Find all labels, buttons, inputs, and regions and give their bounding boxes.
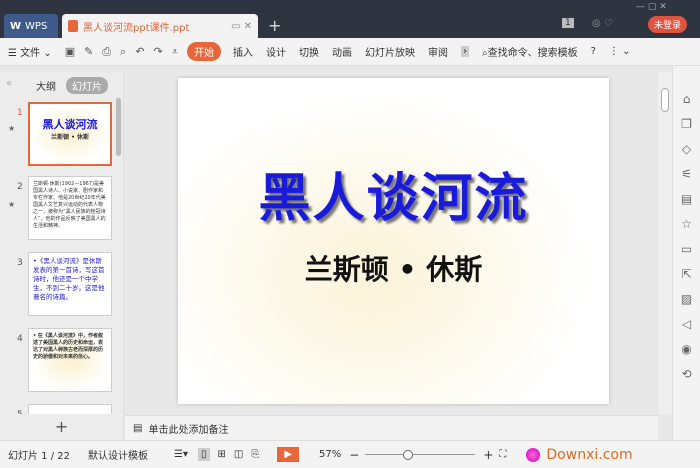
thumb-number: 2	[17, 182, 23, 192]
print-icon[interactable]: ⎙	[102, 45, 111, 59]
undo-icon[interactable]: ↶	[135, 45, 144, 58]
shape-icon[interactable]: ◇	[682, 142, 691, 156]
preview-icon[interactable]: ⌕	[120, 45, 126, 59]
save-icon[interactable]: ▣	[65, 45, 75, 58]
slide-thumbnail[interactable]	[28, 404, 112, 414]
template-name[interactable]: 默认设计模板	[88, 447, 148, 462]
thumb-number: 1	[17, 108, 23, 118]
tab-start[interactable]: 开始	[186, 42, 221, 61]
settings-icon[interactable]: ⚟	[681, 167, 692, 181]
document-tab[interactable]: 黑人谈河流ppt课件.ppt ▭ ✕	[62, 14, 258, 38]
thumb-text: • 在《黑人谈河流》中，作者叙述了美国黑人的历史和命运，表达了对黑人种族古老而深…	[33, 333, 104, 360]
slide-thumbnail[interactable]: 黑人谈河流 兰斯顿 • 休斯	[28, 102, 112, 166]
scroll-thumb[interactable]	[661, 88, 669, 112]
layout-icon[interactable]: ▭	[681, 242, 692, 256]
play-slideshow-button[interactable]: ▶	[277, 447, 300, 462]
tab-slideshow[interactable]: 幻灯片放映	[365, 44, 415, 59]
window-controls[interactable]: — ▢ ✕	[636, 2, 667, 12]
title-bar: W WPS 黑人谈河流ppt课件.ppt ▭ ✕ + 1 ◎ ♡ 未登录 — ▢ ✕	[0, 0, 700, 38]
add-slide-button[interactable]: +	[0, 415, 124, 440]
skin-icon[interactable]: ◎ ♡	[592, 18, 613, 29]
assistant-icon[interactable]	[526, 447, 541, 462]
zoom-slider[interactable]	[365, 449, 476, 460]
audio-icon[interactable]: ◁	[682, 317, 691, 331]
search-label: 查找命令、搜索模板	[487, 48, 578, 59]
outline-tab[interactable]: 大纲	[36, 78, 56, 93]
thumb-subtitle: 兰斯顿 • 休斯	[50, 134, 89, 141]
thumb-number: 4	[17, 334, 23, 344]
vertical-scrollbar[interactable]	[658, 72, 672, 415]
tab-design[interactable]: 设计	[266, 44, 286, 59]
page-badge[interactable]: 1	[562, 18, 574, 28]
star-icon[interactable]: ☆	[681, 217, 692, 231]
presenter-view-icon[interactable]: ⎘	[251, 449, 259, 460]
slide-thumbnail[interactable]: •《黑人谈河流》是休斯发表的第一首诗，写这首诗时，他还是一个中学生，不到二十岁。…	[28, 252, 112, 316]
fit-window-icon[interactable]: ⛶	[499, 449, 506, 460]
slide-subtitle[interactable]: 兰斯顿 • 休斯	[178, 248, 609, 288]
ribbon-toolbar: ☰ 文件 ⌄ ▣ ✎ ⎙ ⌕ ↶ ↷ ⩡ 开始 插入 设计 切换 动画 幻灯片放…	[0, 38, 700, 66]
thumb-text: 兰斯顿·休斯(1902—1967)是美国黑人诗人、小说家、剧作家和专栏作家。他是…	[33, 181, 106, 229]
select-icon[interactable]: ⌂	[683, 92, 691, 106]
right-sidebar: ⌂ ❐ ◇ ⚟ ▤ ☆ ▭ ⇱ ▨ ◁ ◉ ⟲	[672, 66, 700, 440]
zoom-slider-thumb[interactable]	[403, 449, 414, 460]
image-icon[interactable]: ▨	[681, 292, 692, 306]
notes-bar[interactable]: ▤ 单击此处添加备注	[125, 415, 658, 440]
notes-icon: ▤	[133, 422, 143, 434]
more-icon[interactable]: ⋮ ⌄	[609, 46, 631, 57]
wps-tab-label: WPS	[25, 20, 48, 32]
wps-home-tab[interactable]: W WPS	[4, 14, 58, 38]
backup-icon[interactable]: ▤	[681, 192, 692, 206]
sorter-view-icon[interactable]: ⊞	[218, 449, 226, 460]
status-bar: 幻灯片 1 / 22 默认设计模板 ☰▾ ▯ ⊞ ◫ ⎘ ▶ 57% − + ⛶…	[0, 440, 700, 468]
notes-toggle-icon[interactable]: ☰▾	[174, 449, 188, 460]
new-tab-button[interactable]: +	[268, 16, 281, 35]
login-button[interactable]: 未登录	[648, 16, 688, 33]
copy-icon[interactable]: ❐	[681, 117, 692, 131]
file-menu[interactable]: ☰ 文件 ⌄	[8, 44, 52, 59]
slide-panel: « 大纲 幻灯片 1 ★ 黑人谈河流 兰斯顿 • 休斯 2 ★ 兰斯顿·休斯(1…	[0, 72, 124, 415]
slide-counter: 幻灯片 1 / 22	[8, 451, 70, 462]
animation-star-icon: ★	[8, 124, 16, 133]
reading-view-icon[interactable]: ◫	[234, 449, 243, 460]
thumb-number: 3	[17, 258, 23, 268]
zoom-level[interactable]: 57%	[319, 449, 341, 460]
collapse-icon[interactable]: «	[6, 78, 12, 89]
thumbnail-list: 1 ★ 黑人谈河流 兰斯顿 • 休斯 2 ★ 兰斯顿·休斯(1902—1967)…	[4, 96, 120, 414]
search-command[interactable]: ⌕查找命令、搜索模板	[482, 44, 578, 59]
normal-view-icon[interactable]: ▯	[197, 448, 210, 461]
zoom-out-button[interactable]: −	[349, 448, 359, 462]
tab-animation[interactable]: 动画	[332, 44, 352, 59]
slide-title[interactable]: 黑人谈河流	[178, 156, 609, 231]
zoom-in-button[interactable]: +	[483, 448, 493, 462]
thumb-number: 5	[17, 410, 23, 414]
more-tabs-button[interactable]: ›	[460, 46, 469, 57]
tab-transition[interactable]: 切换	[299, 44, 319, 59]
slides-tab[interactable]: 幻灯片	[66, 77, 108, 94]
slide-thumbnail[interactable]: • 在《黑人谈河流》中，作者叙述了美国黑人的历史和命运，表达了对黑人种族古老而深…	[28, 328, 112, 392]
help-button[interactable]: ?	[591, 46, 596, 57]
navigate-icon[interactable]: ◉	[681, 342, 691, 356]
tab-insert[interactable]: 插入	[233, 44, 253, 59]
redo-icon[interactable]: ↷	[154, 45, 163, 58]
thumbnail-scrollbar[interactable]	[116, 98, 121, 156]
watermark-logo: Downxi.com	[546, 446, 633, 463]
close-tab-icon[interactable]: ▭ ✕	[231, 21, 252, 32]
share-icon[interactable]: ⇱	[681, 267, 691, 281]
tab-review[interactable]: 审阅	[428, 44, 448, 59]
animation-star-icon: ★	[8, 200, 16, 209]
customize-icon[interactable]: ⩡	[172, 45, 178, 59]
thumb-text: •《黑人谈河流》是休斯发表的第一首诗，写这首诗时，他还是一个中学生，不到二十岁。…	[33, 257, 105, 301]
slide-canvas[interactable]: 黑人谈河流 兰斯顿 • 休斯	[178, 78, 609, 404]
history-icon[interactable]: ⟲	[681, 367, 691, 381]
notes-placeholder[interactable]: 单击此处添加备注	[148, 421, 228, 436]
file-label: 文件	[20, 48, 41, 59]
format-painter-icon[interactable]: ✎	[84, 45, 93, 58]
doc-tab-label: 黑人谈河流ppt课件.ppt	[83, 22, 190, 34]
wps-logo-icon: W	[10, 20, 22, 32]
ppt-file-icon	[68, 20, 78, 32]
thumb-title: 黑人谈河流	[42, 118, 98, 131]
slide-thumbnail[interactable]: 兰斯顿·休斯(1902—1967)是美国黑人诗人、小说家、剧作家和专栏作家。他是…	[28, 176, 112, 240]
